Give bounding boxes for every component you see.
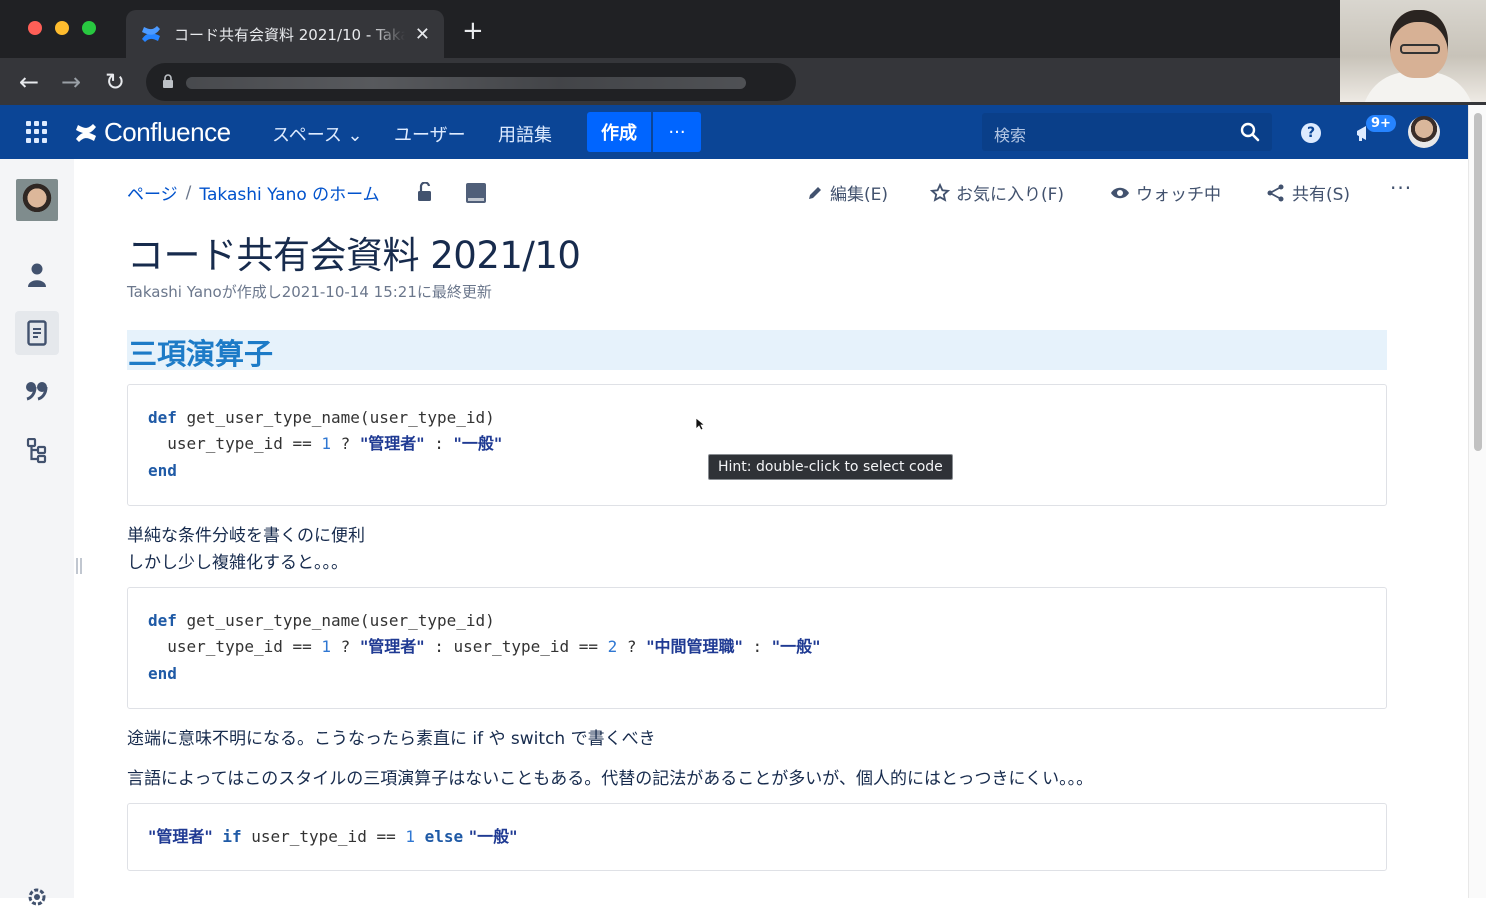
tab-close-icon[interactable]: ✕ — [415, 24, 430, 45]
sidebar-blog[interactable] — [15, 369, 59, 413]
page-title: コード共有会資料 2021/10 — [127, 234, 581, 277]
breadcrumb: ページ / Takashi Yano のホーム — [127, 180, 380, 206]
confluence-logo[interactable]: Confluence — [74, 117, 231, 148]
sidebar-pages[interactable] — [15, 311, 59, 355]
share-button[interactable]: 共有(S) — [1266, 180, 1350, 205]
scrollbar-thumb[interactable] — [1474, 113, 1482, 451]
code-line: end — [148, 664, 177, 683]
mouse-cursor-icon — [695, 417, 705, 431]
maximize-window-button[interactable] — [82, 21, 96, 35]
share-label: 共有(S) — [1292, 185, 1351, 205]
page-byline: Takashi Yanoが作成し2021-10-14 15:21に最終更新 — [127, 283, 492, 301]
space-avatar[interactable] — [16, 179, 58, 221]
sidebar-settings[interactable] — [15, 875, 59, 919]
search-input[interactable]: 検索 — [982, 113, 1272, 151]
blurred-url — [186, 77, 746, 89]
confluence-favicon-icon — [140, 23, 162, 45]
page-info-icon[interactable] — [464, 181, 488, 205]
paragraph: 途端に意味不明になる。こうなったら素直に if や switch で書くべき — [127, 729, 656, 749]
search-icon — [1240, 122, 1260, 142]
edit-button[interactable]: 編集(E) — [806, 180, 888, 205]
code-hint-tooltip: Hint: double-click to select code — [708, 454, 953, 480]
search-placeholder: 検索 — [994, 126, 1027, 145]
minimize-window-button[interactable] — [55, 21, 69, 35]
nav-users[interactable]: ユーザー — [394, 121, 466, 147]
address-bar[interactable] — [146, 63, 796, 101]
browser-toolbar: ← → ↻ — [0, 58, 1486, 105]
pencil-icon — [809, 186, 821, 199]
code-line: end — [148, 461, 177, 480]
browser-tab[interactable]: コード共有会資料 2021/10 - Taka ✕ — [126, 10, 444, 58]
share-icon — [1267, 184, 1284, 201]
paragraph: 言語によってはこのスタイルの三項演算子はないこともある。代替の記法があることが多… — [127, 769, 1094, 789]
gear-icon — [28, 888, 46, 906]
nav-glossary[interactable]: 用語集 — [498, 121, 552, 147]
lock-icon — [163, 74, 173, 88]
breadcrumb-pages[interactable]: ページ — [127, 180, 178, 205]
user-avatar[interactable] — [1408, 116, 1440, 148]
person-icon — [28, 263, 46, 287]
more-actions-button[interactable]: ··· — [1390, 176, 1412, 200]
section-heading: 三項演算子 — [128, 337, 274, 371]
code-line: def get_user_type_name(user_type_id) — [148, 408, 495, 427]
browser-tabstrip: コード共有会資料 2021/10 - Taka ✕ + — [0, 0, 1340, 58]
app-switcher-icon[interactable] — [26, 121, 48, 143]
forward-button[interactable]: → — [56, 67, 86, 97]
code-line: user_type_id == 1 ? "管理者" : user_type_id… — [148, 637, 821, 656]
left-sidebar — [0, 159, 74, 906]
page-tree-icon — [26, 438, 47, 464]
webcam-glasses — [1400, 44, 1440, 54]
breadcrumb-separator: / — [185, 182, 192, 203]
heading-highlight — [127, 330, 1387, 370]
code-line: "管理者" if user_type_id == 1 else "一般" — [148, 827, 518, 846]
code-block-3[interactable]: "管理者" if user_type_id == 1 else "一般" — [127, 803, 1387, 871]
close-window-button[interactable] — [28, 21, 42, 35]
paragraph: 単純な条件分岐を書くのに便利 — [127, 526, 365, 546]
logo-text: Confluence — [104, 117, 231, 147]
quote-icon — [26, 382, 48, 401]
sidebar-page-tree[interactable] — [15, 429, 59, 473]
notification-badge: 9+ — [1366, 115, 1396, 132]
code-block-2[interactable]: def get_user_type_name(user_type_id) use… — [127, 587, 1387, 709]
sidebar-people[interactable] — [15, 253, 59, 297]
star-icon — [930, 182, 950, 202]
watch-label: ウォッチ中 — [1136, 185, 1221, 205]
back-button[interactable]: ← — [14, 67, 44, 97]
tab-title: コード共有会資料 2021/10 - Taka — [174, 25, 405, 44]
create-more-button[interactable]: ··· — [653, 112, 701, 152]
watch-button[interactable]: ウォッチ中 — [1110, 180, 1221, 205]
edit-label: 編集(E) — [830, 185, 889, 205]
nav-spaces[interactable]: スペース ⌄ — [272, 121, 363, 147]
new-tab-button[interactable]: + — [462, 18, 484, 44]
confluence-mark-icon — [76, 123, 96, 142]
sidebar-resize-handle[interactable] — [76, 558, 82, 574]
favorite-label: お気に入り(F) — [956, 185, 1065, 205]
webcam-overlay — [1340, 0, 1486, 102]
code-block-1[interactable]: def get_user_type_name(user_type_id) use… — [127, 384, 1387, 506]
unlock-icon[interactable] — [416, 182, 434, 202]
create-button[interactable]: 作成 — [587, 112, 651, 152]
confluence-header: Confluence スペース ⌄ ユーザー 用語集 作成 ··· 検索 ? 9… — [0, 105, 1468, 159]
code-line: user_type_id == 1 ? "管理者" : "一般" — [148, 434, 503, 453]
page-icon — [27, 320, 47, 346]
code-line: def get_user_type_name(user_type_id) — [148, 611, 495, 630]
page-scrollbar[interactable] — [1468, 105, 1486, 898]
reload-button[interactable]: ↻ — [100, 67, 130, 97]
paragraph: しかし少し複雑化すると。。。 — [127, 553, 348, 573]
favorite-button[interactable]: お気に入り(F) — [930, 180, 1064, 205]
breadcrumb-home[interactable]: Takashi Yano のホーム — [199, 180, 379, 205]
help-icon[interactable]: ? — [1301, 123, 1321, 143]
eye-icon — [1111, 187, 1129, 198]
